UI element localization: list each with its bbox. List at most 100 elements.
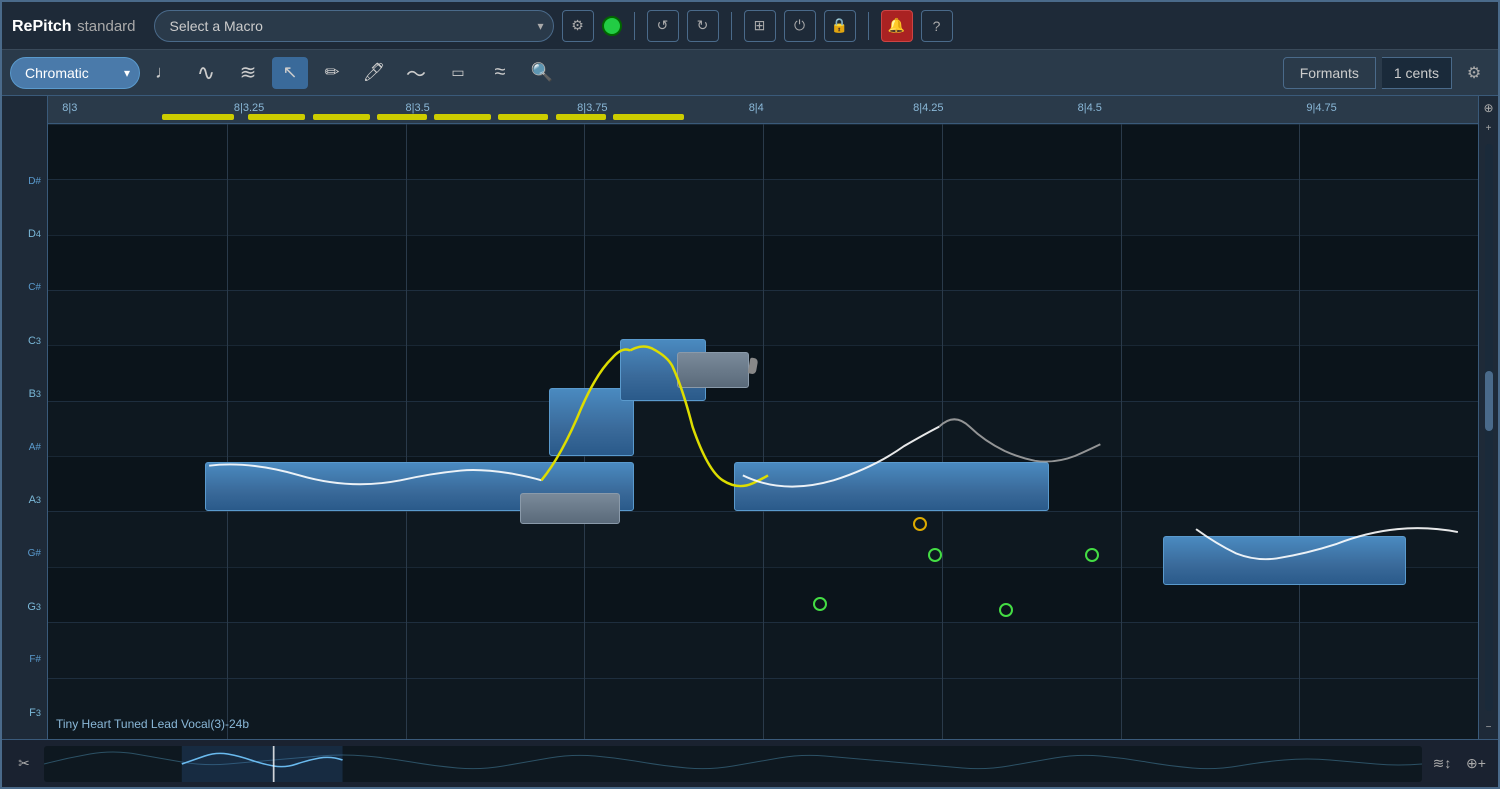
waveform-svg — [44, 746, 1422, 782]
zoom-waveform-icon: ⊕+ — [1466, 755, 1486, 772]
zoom-out-v-btn[interactable]: − — [1481, 719, 1497, 735]
control-point-4[interactable] — [1085, 548, 1099, 562]
ruler-highlight-5 — [434, 114, 491, 120]
v-scrollbar-track[interactable] — [1485, 144, 1493, 711]
main-content: D# D4 C# C3 B3 A# A3 G# G3 F# F3 8|3 8|3… — [2, 96, 1498, 739]
note-block-a3-mid[interactable] — [734, 462, 1049, 511]
curve-tool-icon: 〜 — [406, 58, 426, 87]
right-settings-btn[interactable]: ⚙ — [1458, 57, 1490, 89]
pitch-grid[interactable]: Tiny Heart Tuned Lead Vocal(3)-24b — [48, 124, 1478, 739]
ruler-mark-8-4-25: 8|4.25 — [913, 102, 943, 114]
note-block-g3-right[interactable] — [1163, 536, 1406, 585]
wave2-tool-icon: ≈ — [495, 61, 506, 84]
key-b3: B3 — [2, 368, 47, 420]
undo-btn[interactable]: ↺ — [647, 10, 679, 42]
vgrid-7 — [1299, 124, 1300, 739]
pencil-tool-icon: ✏ — [324, 62, 339, 83]
scale-select[interactable]: Chromatic Major Minor Pentatonic — [10, 57, 140, 89]
zoom-in-v-icon: + — [1486, 123, 1492, 134]
eraser-tool-btn[interactable]: ▭ — [440, 57, 476, 89]
ruler-highlight-8 — [613, 114, 685, 120]
vibrato-tool-icon: ≋ — [240, 60, 257, 85]
bottom-bar: ✂ ≋↕ ⊕+ — [2, 739, 1498, 787]
grid-container[interactable]: 8|3 8|3.25 8|3.5 8|3.75 8|4 8|4.25 8|4.5… — [48, 96, 1478, 739]
grid-view-btn[interactable]: ⊞ — [744, 10, 776, 42]
key-csharp: C# — [2, 262, 47, 314]
lock-icon: 🔒 — [831, 17, 848, 34]
app-logo: RePitch standard — [12, 14, 136, 37]
right-panel: ⊕ + − — [1478, 96, 1498, 739]
ruler-mark-8-3-5: 8|3.5 — [406, 102, 430, 114]
pen-tool-icon: 🖊 — [363, 62, 386, 83]
zoom-in-v-btn[interactable]: + — [1481, 120, 1497, 136]
wave-tool-btn[interactable]: ∿ — [188, 57, 224, 89]
formants-btn[interactable]: Formants — [1283, 57, 1376, 89]
pencil-tool-btn[interactable]: ✏ — [314, 57, 350, 89]
vgrid-2 — [406, 124, 407, 739]
zoom-fit-btn[interactable]: ⊕ — [1481, 100, 1497, 116]
control-point-1[interactable] — [813, 597, 827, 611]
lock-btn[interactable]: 🔒 — [824, 10, 856, 42]
macro-select-container: Select a Macro ▾ — [154, 10, 554, 42]
divider-3 — [868, 12, 869, 40]
settings-icon: ⚙ — [571, 17, 584, 34]
grid-icon: ⊞ — [754, 17, 766, 34]
alert-btn[interactable]: 🔔 — [881, 10, 913, 42]
power-icon: ⏻ — [794, 17, 805, 34]
app-container: RePitch standard Select a Macro ▾ ⚙ ↺ ↻ … — [0, 0, 1500, 789]
control-point-3[interactable] — [999, 603, 1013, 617]
key-g3: G3 — [2, 581, 47, 633]
waveform-settings-btn[interactable]: ≋↕ — [1428, 750, 1456, 778]
status-indicator — [602, 16, 622, 36]
ruler-highlight-4 — [377, 114, 427, 120]
wave-tool-icon: ∿ — [197, 60, 215, 86]
waveform-container[interactable] — [44, 746, 1422, 782]
logo-standard: standard — [77, 18, 135, 35]
zoom-out-v-icon: − — [1486, 722, 1492, 733]
select-tool-icon: ↖ — [282, 62, 297, 83]
note-handle-bolt[interactable] — [677, 352, 749, 389]
piano-keys: D# D4 C# C3 B3 A# A3 G# G3 F# F3 — [2, 96, 48, 739]
control-point-2[interactable] — [928, 548, 942, 562]
redo-icon: ↻ — [697, 17, 709, 34]
search-tool-btn[interactable]: 🔍 — [524, 57, 560, 89]
help-icon: ? — [933, 18, 941, 34]
divider-1 — [634, 12, 635, 40]
vgrid-6 — [1121, 124, 1122, 739]
v-scrollbar-thumb[interactable] — [1485, 371, 1493, 431]
ruler-highlight-1 — [162, 114, 234, 120]
select-tool-btn[interactable]: ↖ — [272, 57, 308, 89]
waveform-settings-icon: ≋↕ — [1433, 755, 1452, 772]
control-point-yellow[interactable] — [913, 517, 927, 531]
undo-icon: ↺ — [657, 17, 669, 34]
divider-2 — [731, 12, 732, 40]
macro-select[interactable]: Select a Macro — [154, 10, 554, 42]
curve-tool-btn[interactable]: 〜 — [398, 57, 434, 89]
power-btn[interactable]: ⏻ — [784, 10, 816, 42]
ruler-highlight-6 — [498, 114, 548, 120]
timeline-ruler: 8|3 8|3.25 8|3.5 8|3.75 8|4 8|4.25 8|4.5… — [48, 96, 1478, 124]
top-toolbar: RePitch standard Select a Macro ▾ ⚙ ↺ ↻ … — [2, 2, 1498, 50]
settings-toolbar-btn[interactable]: ⚙ — [562, 10, 594, 42]
note-handle-1[interactable] — [520, 493, 620, 524]
ruler-mark-8-4-5: 8|4.5 — [1078, 102, 1102, 114]
second-toolbar: Chromatic Major Minor Pentatonic ▾ ♩ ∿ ≋… — [2, 50, 1498, 96]
pen-tool-btn[interactable]: 🖊 — [356, 57, 392, 89]
vgrid-4 — [763, 124, 764, 739]
redo-btn[interactable]: ↻ — [687, 10, 719, 42]
key-c3: C3 — [2, 315, 47, 367]
note-display-toggle-btn[interactable]: ♩ — [146, 57, 182, 89]
key-d4: D4 — [2, 208, 47, 260]
ruler-mark-8-3-75: 8|3.75 — [577, 102, 607, 114]
cut-btn[interactable]: ✂ — [10, 750, 38, 778]
vgrid-5 — [942, 124, 943, 739]
cut-icon: ✂ — [18, 755, 30, 772]
wave2-tool-btn[interactable]: ≈ — [482, 57, 518, 89]
vgrid-1 — [227, 124, 228, 739]
help-btn[interactable]: ? — [921, 10, 953, 42]
track-label: Tiny Heart Tuned Lead Vocal(3)-24b — [56, 717, 249, 731]
search-tool-icon: 🔍 — [531, 62, 553, 83]
zoom-waveform-btn[interactable]: ⊕+ — [1462, 750, 1490, 778]
vibrato-tool-btn[interactable]: ≋ — [230, 57, 266, 89]
ruler-mark-8-3-25: 8|3.25 — [234, 102, 264, 114]
